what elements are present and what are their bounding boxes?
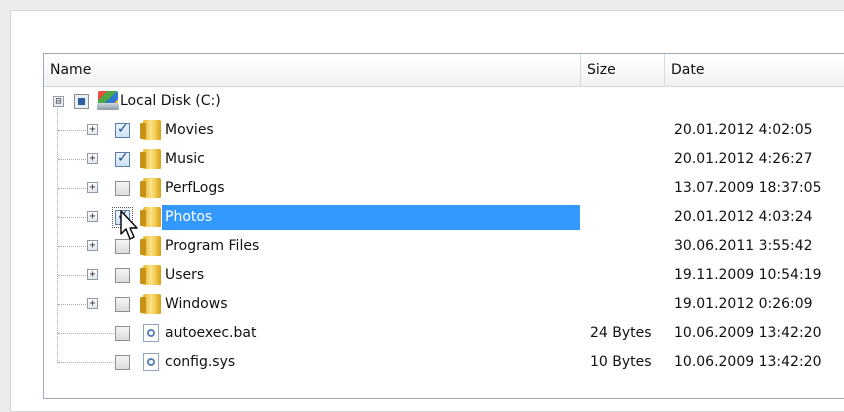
item-checkbox[interactable] bbox=[115, 355, 130, 370]
item-name: config.sys bbox=[165, 354, 236, 370]
expand-plus-icon[interactable]: + bbox=[87, 211, 98, 222]
check-mark-icon: ✓ bbox=[117, 121, 129, 137]
local-disk-icon bbox=[97, 91, 119, 110]
batch-file-icon bbox=[143, 324, 159, 342]
item-checkbox[interactable]: ✓ bbox=[115, 121, 130, 138]
item-checkbox[interactable]: ✓ bbox=[115, 150, 130, 167]
folder-icon bbox=[140, 178, 161, 198]
folder-icon bbox=[140, 265, 161, 285]
item-date: 20.01.2012 4:26:27 bbox=[674, 151, 813, 167]
column-header-name[interactable]: Name bbox=[44, 54, 580, 86]
item-date: 20.01.2012 4:02:05 bbox=[674, 122, 813, 138]
item-name: Music bbox=[165, 151, 205, 167]
item-date: 10.06.2009 13:42:20 bbox=[674, 325, 822, 341]
column-header-row: Name Size Date bbox=[44, 54, 844, 87]
item-name: Users bbox=[165, 267, 205, 283]
expand-plus-icon[interactable]: + bbox=[87, 298, 98, 309]
tree-row[interactable]: autoexec.bat 24 Bytes 10.06.2009 13:42:20 bbox=[44, 319, 844, 348]
item-name: Program Files bbox=[165, 238, 260, 254]
expand-plus-icon[interactable]: + bbox=[87, 269, 98, 280]
root-checkbox[interactable] bbox=[74, 94, 89, 109]
collapse-expander-icon[interactable]: ⊟ bbox=[53, 96, 64, 107]
item-checkbox[interactable] bbox=[115, 297, 130, 312]
tree-branch-line bbox=[58, 333, 116, 334]
item-checkbox[interactable] bbox=[115, 268, 130, 283]
item-date: 13.07.2009 18:37:05 bbox=[674, 180, 822, 196]
expand-plus-icon[interactable]: + bbox=[87, 153, 98, 164]
item-size: 10 Bytes bbox=[590, 354, 652, 370]
root-label: Local Disk (C:) bbox=[120, 93, 221, 109]
column-header-date[interactable]: Date bbox=[664, 54, 844, 86]
tree-row-root[interactable]: ⊟ Local Disk (C:) bbox=[44, 87, 844, 116]
item-name: autoexec.bat bbox=[165, 325, 257, 341]
tree-row[interactable]: + ✓ Movies 20.01.2012 4:02:05 bbox=[44, 116, 844, 145]
item-name: PerfLogs bbox=[165, 180, 225, 196]
item-checkbox[interactable] bbox=[115, 326, 130, 341]
expand-plus-icon[interactable]: + bbox=[87, 240, 98, 251]
item-date: 10.06.2009 13:42:20 bbox=[674, 354, 822, 370]
item-date: 30.06.2011 3:55:42 bbox=[674, 238, 813, 254]
folder-icon bbox=[140, 294, 161, 314]
tree-row[interactable]: config.sys 10 Bytes 10.06.2009 13:42:20 bbox=[44, 348, 844, 377]
item-checkbox[interactable] bbox=[115, 181, 130, 196]
column-header-size[interactable]: Size bbox=[580, 54, 664, 86]
item-name: Photos bbox=[165, 209, 213, 225]
tree-row[interactable]: + Users 19.11.2009 10:54:19 bbox=[44, 261, 844, 290]
item-date: 19.11.2009 10:54:19 bbox=[674, 267, 822, 283]
folder-icon bbox=[140, 120, 161, 140]
file-tree-grid[interactable]: Name Size Date ⊟ Local Disk (C:) + ✓ Movie… bbox=[43, 53, 844, 399]
item-date: 20.01.2012 4:03:24 bbox=[674, 209, 813, 225]
system-file-icon bbox=[143, 353, 159, 371]
selection-highlight bbox=[162, 205, 580, 230]
folder-icon bbox=[140, 149, 161, 169]
mouse-pointer-icon bbox=[120, 210, 138, 240]
tree-row[interactable]: +✓Photos20.01.2012 4:03:24 bbox=[44, 203, 844, 232]
expand-plus-icon[interactable]: + bbox=[87, 124, 98, 135]
folder-icon bbox=[140, 207, 161, 227]
tree-row[interactable]: + Windows 19.01.2012 0:26:09 bbox=[44, 290, 844, 319]
tree-row[interactable]: + ✓ Music 20.01.2012 4:26:27 bbox=[44, 145, 844, 174]
item-name: Windows bbox=[165, 296, 228, 312]
item-date: 19.01.2012 0:26:09 bbox=[674, 296, 813, 312]
tree-row[interactable]: + Program Files 30.06.2011 3:55:42 bbox=[44, 232, 844, 261]
folder-icon bbox=[140, 236, 161, 256]
expand-plus-icon[interactable]: + bbox=[87, 182, 98, 193]
tree-branch-line bbox=[58, 362, 116, 363]
item-size: 24 Bytes bbox=[590, 325, 652, 341]
item-name: Movies bbox=[165, 122, 214, 138]
partial-check-icon bbox=[78, 98, 85, 105]
tree-row[interactable]: + PerfLogs 13.07.2009 18:37:05 bbox=[44, 174, 844, 203]
check-mark-icon: ✓ bbox=[117, 150, 129, 166]
